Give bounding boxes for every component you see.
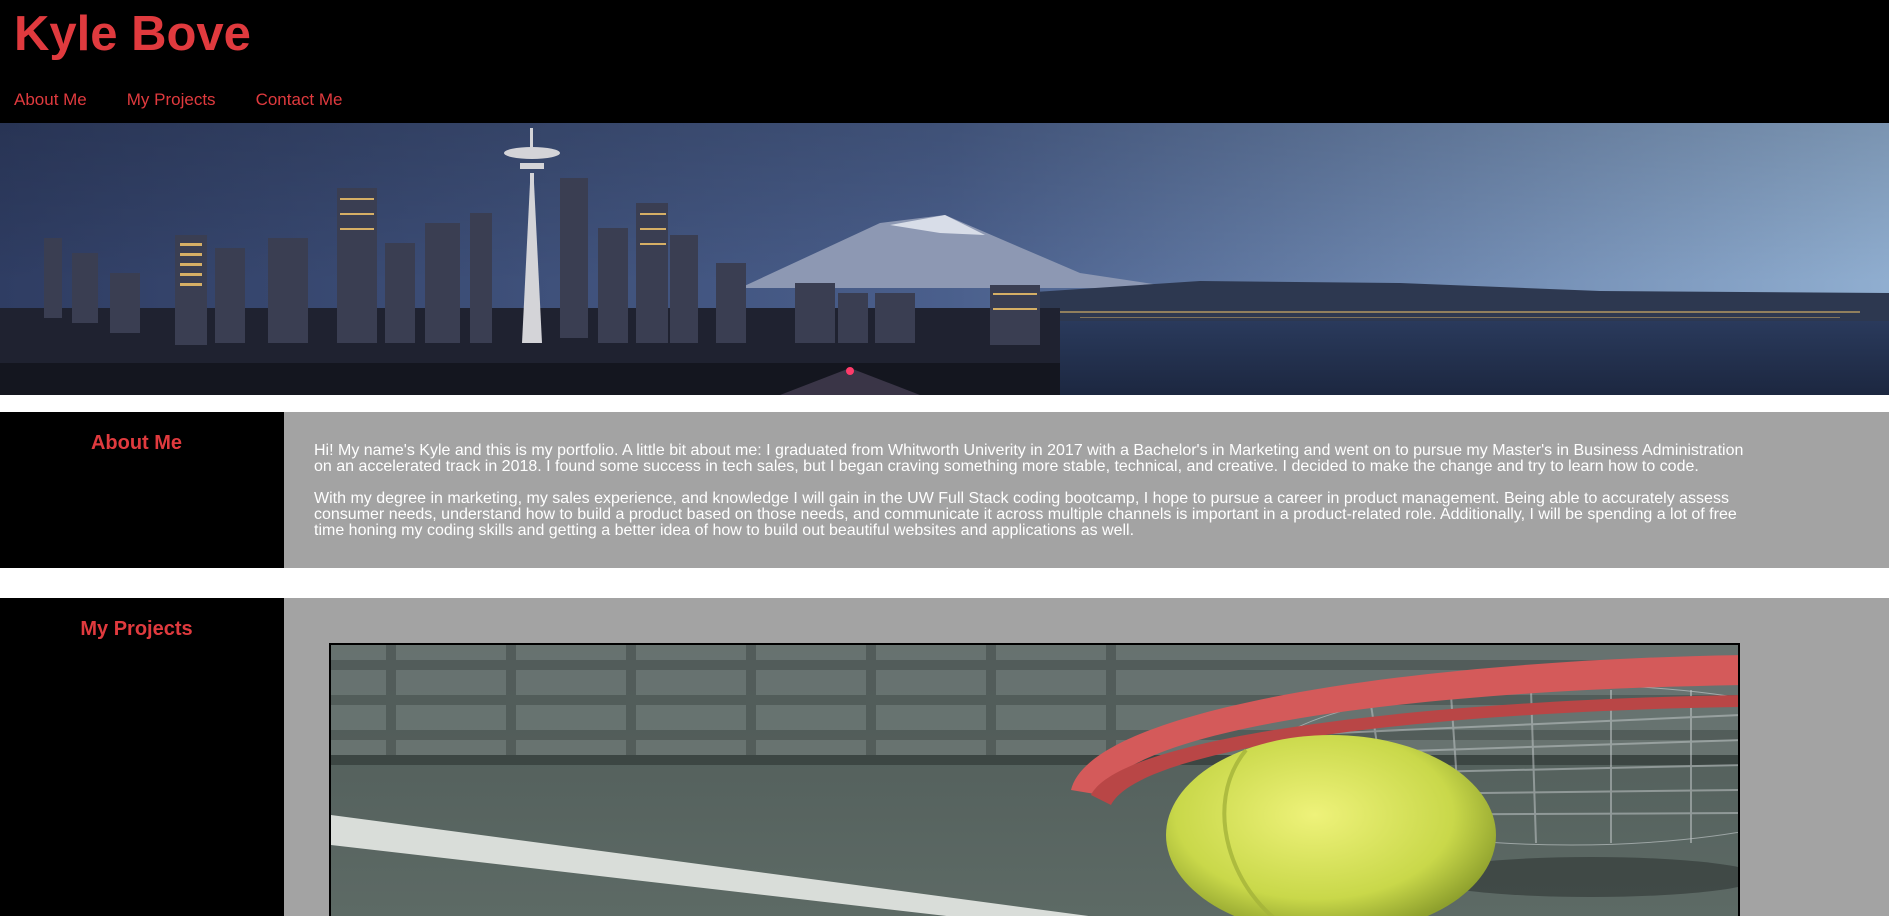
- about-section: About Me Hi! My name's Kyle and this is …: [0, 412, 1889, 568]
- projects-section: My Projects: [0, 598, 1889, 916]
- site-title: Kyle Bove: [14, 7, 251, 61]
- projects-heading: My Projects: [80, 618, 193, 640]
- projects-content: [284, 598, 1889, 916]
- about-sidebar: About Me: [0, 412, 284, 568]
- about-paragraph: Hi! My name's Kyle and this is my portfo…: [314, 442, 1744, 475]
- nav-link-my-projects[interactable]: My Projects: [127, 90, 216, 110]
- project-card[interactable]: [329, 643, 1740, 916]
- about-paragraph: With my degree in marketing, my sales ex…: [314, 490, 1737, 539]
- seattle-skyline-image: [0, 123, 1889, 395]
- tennis-project-image: [331, 645, 1738, 916]
- about-heading: About Me: [90, 432, 183, 454]
- nav-link-contact-me[interactable]: Contact Me: [256, 90, 343, 110]
- hero-banner: [0, 123, 1889, 395]
- projects-sidebar: My Projects: [0, 598, 284, 916]
- about-content: Hi! My name's Kyle and this is my portfo…: [284, 412, 1889, 568]
- site-header: Kyle Bove About Me My Projects Contact M…: [0, 0, 1889, 123]
- nav-link-about-me[interactable]: About Me: [14, 90, 87, 110]
- main-nav: About Me My Projects Contact Me: [14, 90, 383, 110]
